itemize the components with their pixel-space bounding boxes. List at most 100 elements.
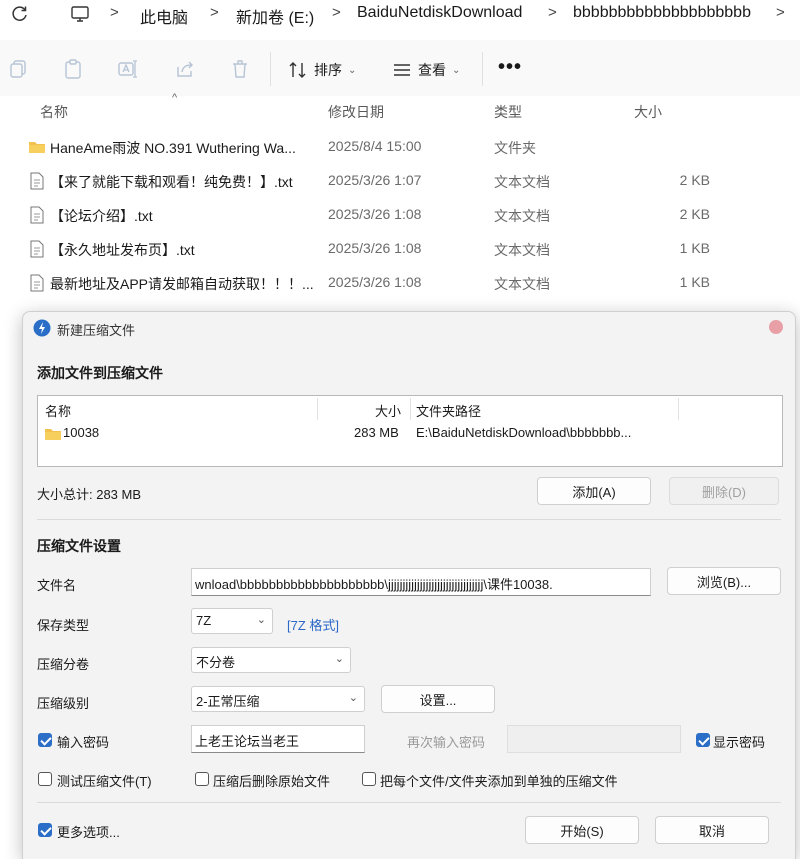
compression-level-select[interactable]: 2-正常压缩 ⌄ xyxy=(191,686,365,712)
file-modified: 2025/8/4 15:00 xyxy=(328,138,422,154)
view-button[interactable]: 查看 ⌄ xyxy=(392,58,460,82)
new-archive-dialog: 新建压缩文件 添加文件到压缩文件 名称 大小 文件夹路径 10038 283 M… xyxy=(22,311,796,859)
file-list: ^ 名称 修改日期 类型 大小 HaneAme雨波 NO.391 Wutheri… xyxy=(0,92,800,312)
more-options-icon[interactable]: ••• xyxy=(498,56,522,79)
rename-icon[interactable] xyxy=(117,58,139,80)
file-type: 文本文档 xyxy=(494,276,550,292)
separate-archives-checkbox[interactable] xyxy=(362,772,376,786)
archive-settings-section-title: 压缩文件设置 xyxy=(37,538,121,554)
section-divider xyxy=(37,519,781,520)
column-header-type[interactable]: 类型 xyxy=(494,102,522,122)
add-button[interactable]: 添加(A) xyxy=(537,477,651,505)
view-label: 查看 xyxy=(418,62,446,78)
paste-icon[interactable] xyxy=(62,58,84,80)
list-item[interactable]: 【论坛介绍】.txt 2025/3/26 1:08 文本文档 2 KB xyxy=(0,198,800,232)
repeat-password-label: 再次输入密码 xyxy=(407,735,486,750)
file-name: 【永久地址发布页】.txt xyxy=(50,242,195,258)
sort-icon xyxy=(289,62,306,78)
breadcrumb-separator: > xyxy=(548,4,557,21)
test-archive-checkbox[interactable] xyxy=(38,772,52,786)
file-name: 最新地址及APP请发邮箱自动获取！！！... xyxy=(50,276,314,292)
show-password-checkbox[interactable] xyxy=(696,733,710,747)
breadcrumb-current-folder[interactable]: bbbbbbbbbbbbbbbbbbbb xyxy=(573,4,751,22)
password-input[interactable]: 上老王论坛当老王 xyxy=(191,725,365,753)
section-divider xyxy=(37,802,781,803)
breadcrumb-separator: > xyxy=(332,4,341,21)
split-volume-label: 压缩分卷 xyxy=(37,657,90,672)
column-divider xyxy=(317,398,318,420)
repeat-password-input[interactable] xyxy=(507,725,681,753)
add-files-section-title: 添加文件到压缩文件 xyxy=(37,365,163,381)
file-modified: 2025/3/26 1:07 xyxy=(328,172,422,188)
sort-button[interactable]: 排序 ⌄ xyxy=(288,58,356,82)
list-item[interactable]: 【永久地址发布页】.txt 2025/3/26 1:08 文本文档 1 KB xyxy=(0,232,800,266)
file-modified: 2025/3/26 1:08 xyxy=(328,240,422,256)
level-settings-button[interactable]: 设置... xyxy=(381,685,495,713)
chevron-down-icon: ⌄ xyxy=(256,614,266,626)
chevron-down-icon: ⌄ xyxy=(348,692,358,704)
close-icon[interactable] xyxy=(769,320,783,334)
chevron-down-icon: ⌄ xyxy=(452,64,461,76)
dialog-title: 新建压缩文件 xyxy=(57,323,136,338)
more-options-checkbox[interactable] xyxy=(38,823,52,837)
split-volume-value: 不分卷 xyxy=(196,655,236,670)
view-icon xyxy=(394,64,410,76)
table-cell-name: 10038 xyxy=(63,425,100,440)
folder-icon xyxy=(45,429,61,440)
file-type: 文件夹 xyxy=(494,140,536,156)
file-type: 文本文档 xyxy=(494,174,550,190)
breadcrumb-separator: > xyxy=(776,4,785,21)
show-password-label: 显示密码 xyxy=(713,735,766,750)
list-item[interactable]: 最新地址及APP请发邮箱自动获取！！！... 2025/3/26 1:08 文本… xyxy=(0,266,800,300)
share-icon[interactable] xyxy=(174,58,196,80)
table-header-size[interactable]: 大小 xyxy=(375,401,401,420)
breadcrumb-this-pc[interactable]: 此电脑 xyxy=(140,4,188,28)
cancel-button[interactable]: 取消 xyxy=(655,816,769,844)
command-bar: 排序 ⌄ 查看 ⌄ ••• xyxy=(0,40,800,98)
dialog-body: 添加文件到压缩文件 名称 大小 文件夹路径 10038 283 MB E:\Ba… xyxy=(23,345,795,859)
split-volume-select[interactable]: 不分卷 ⌄ xyxy=(191,647,351,673)
address-bar: > 此电脑 > 新加卷 (E:) > BaiduNetdiskDownload … xyxy=(0,0,800,30)
delete-after-checkbox[interactable] xyxy=(195,772,209,786)
compression-level-label: 压缩级别 xyxy=(37,696,90,711)
file-size: 2 KB xyxy=(679,172,710,188)
table-header-path[interactable]: 文件夹路径 xyxy=(416,401,481,420)
browse-button[interactable]: 浏览(B)... xyxy=(667,567,781,595)
start-button[interactable]: 开始(S) xyxy=(525,816,639,844)
copy-icon[interactable] xyxy=(8,58,30,80)
delete-icon[interactable] xyxy=(229,58,251,80)
toolbar-divider xyxy=(270,52,271,86)
file-name: 【论坛介绍】.txt xyxy=(50,208,153,224)
file-name: 【来了就能下载和观看！纯免费！】.txt xyxy=(50,174,293,190)
table-header-name[interactable]: 名称 xyxy=(45,401,71,420)
password-checkbox[interactable] xyxy=(38,733,52,747)
filename-label: 文件名 xyxy=(37,578,77,593)
toolbar-divider xyxy=(482,52,483,86)
folder-icon xyxy=(29,142,45,153)
delete-after-label: 压缩后删除原始文件 xyxy=(213,774,331,789)
list-item[interactable]: 【来了就能下载和观看！纯免费！】.txt 2025/3/26 1:07 文本文档… xyxy=(0,164,800,198)
format-link[interactable]: [7Z 格式] xyxy=(287,615,339,634)
breadcrumb-separator: > xyxy=(110,4,119,21)
delete-button[interactable]: 删除(D) xyxy=(669,477,779,505)
column-header-modified[interactable]: 修改日期 xyxy=(328,102,384,122)
refresh-icon[interactable] xyxy=(10,4,30,24)
text-file-icon xyxy=(30,206,44,224)
save-type-select[interactable]: 7Z ⌄ xyxy=(191,608,273,634)
computer-icon xyxy=(71,6,89,22)
file-name: HaneAme雨波 NO.391 Wuthering Wa... xyxy=(50,140,296,156)
list-item[interactable]: HaneAme雨波 NO.391 Wuthering Wa... 2025/8/… xyxy=(0,130,800,164)
breadcrumb-baidu-download[interactable]: BaiduNetdiskDownload xyxy=(357,4,522,22)
sort-label: 排序 xyxy=(314,62,342,78)
column-divider xyxy=(410,398,411,420)
text-file-icon xyxy=(30,274,44,292)
sort-ascending-icon: ^ xyxy=(172,92,178,104)
table-cell-path: E:\BaiduNetdiskDownload\bbbbbbb... xyxy=(416,425,632,440)
column-header-name[interactable]: 名称 xyxy=(40,102,68,122)
app-logo-icon xyxy=(33,319,51,337)
file-modified: 2025/3/26 1:08 xyxy=(328,206,422,222)
filename-input[interactable]: wnload\bbbbbbbbbbbbbbbbbbbb\jjjjjjjjjjjj… xyxy=(191,568,651,596)
breadcrumb-drive-e[interactable]: 新加卷 (E:) xyxy=(236,4,314,28)
file-size: 1 KB xyxy=(679,240,710,256)
column-header-size[interactable]: 大小 xyxy=(634,102,662,122)
